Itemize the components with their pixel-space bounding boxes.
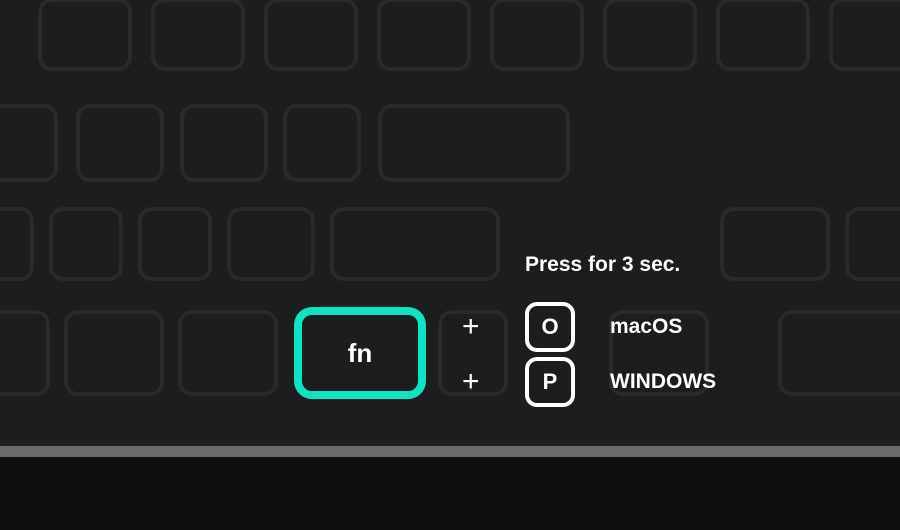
bg-key: [180, 104, 268, 182]
instruction-text: Press for 3 sec.: [525, 253, 680, 277]
bg-key: [0, 207, 34, 281]
bg-key: [716, 0, 810, 71]
bg-key: [490, 0, 584, 71]
bg-key: [76, 104, 164, 182]
bg-key: [283, 104, 361, 182]
bg-key: [845, 207, 900, 281]
bg-key: [264, 0, 358, 71]
bg-key: [178, 310, 278, 396]
bg-key: [0, 310, 50, 396]
key-o: O: [525, 302, 575, 352]
bg-key: [227, 207, 315, 281]
key-o-label: O: [541, 314, 558, 340]
bg-key: [0, 104, 58, 182]
plus-icon: +: [462, 312, 480, 342]
bg-key: [330, 207, 500, 281]
bg-key: [829, 0, 900, 71]
bg-key: [38, 0, 132, 71]
plus-icon: +: [462, 367, 480, 397]
footer-strip: [0, 457, 900, 530]
key-p-label: P: [543, 369, 558, 395]
bg-key: [49, 207, 123, 281]
os-label-macos: macOS: [610, 315, 682, 339]
fn-key: fn: [294, 307, 426, 399]
bg-key: [778, 310, 900, 396]
bg-key: [603, 0, 697, 71]
bg-key: [720, 207, 830, 281]
separator-bar: [0, 446, 900, 457]
bg-key: [138, 207, 212, 281]
bg-key: [378, 104, 570, 182]
fn-key-label: fn: [348, 338, 373, 369]
os-label-windows: WINDOWS: [610, 370, 716, 394]
key-p: P: [525, 357, 575, 407]
bg-key: [64, 310, 164, 396]
bg-key: [151, 0, 245, 71]
bg-key: [377, 0, 471, 71]
